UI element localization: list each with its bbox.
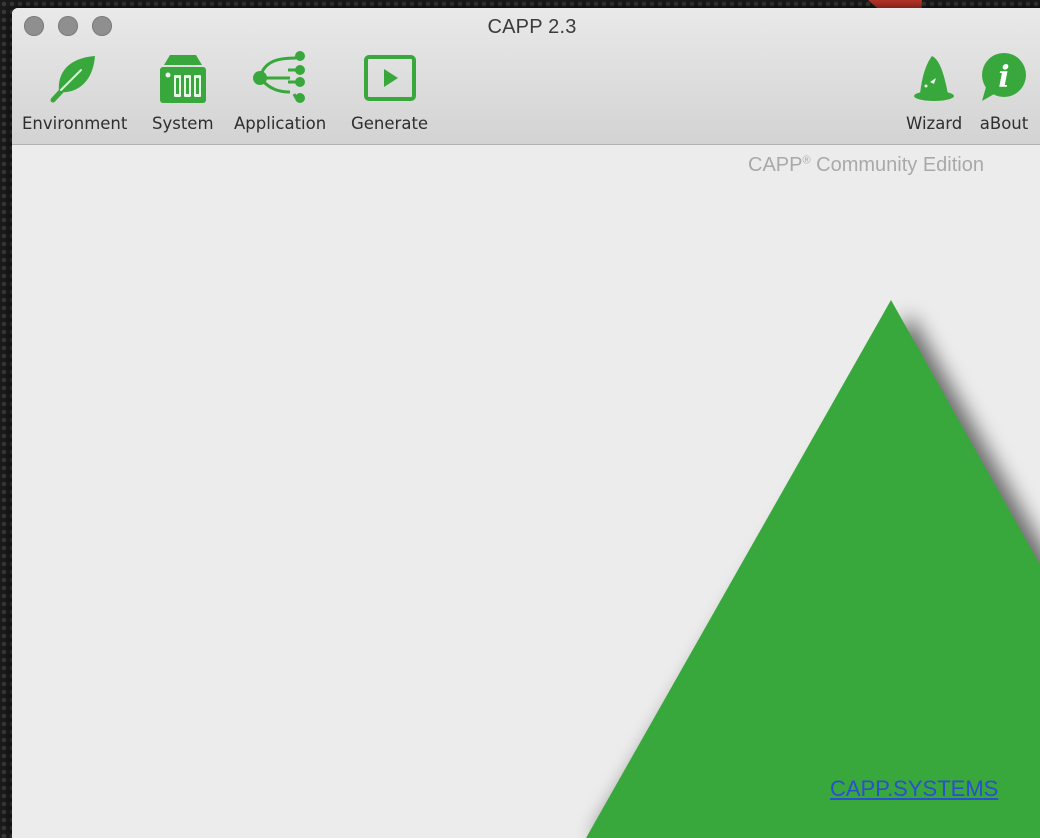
edition-label: CAPP® Community Edition (748, 154, 984, 176)
capp-systems-link[interactable]: CAPP.SYSTEMS (830, 776, 998, 802)
app-window: CAPP 2.3 Environment System Application … (12, 8, 1040, 838)
capp-triangle-logo (586, 300, 1040, 838)
